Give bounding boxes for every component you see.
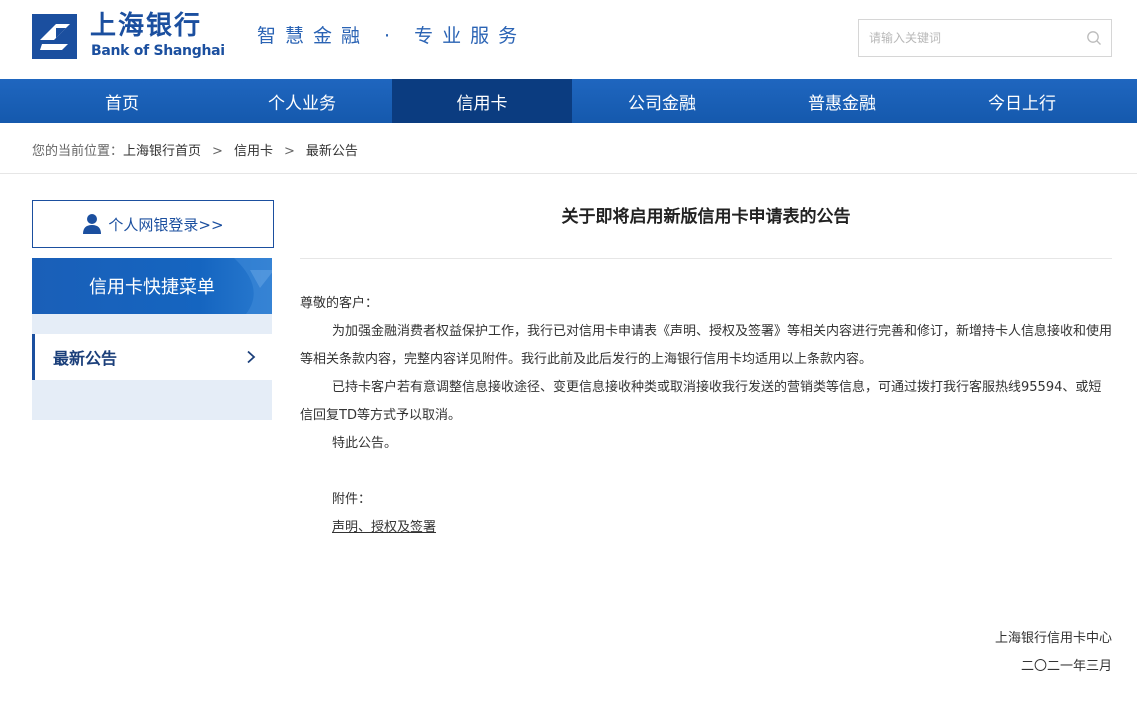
breadcrumb: 您的当前位置： 上海银行首页 > 信用卡 > 最新公告 bbox=[32, 144, 358, 160]
article-title: 关于即将启用新版信用卡申请表的公告 bbox=[561, 207, 851, 227]
article-body: 尊敬的客户： 为加强金融消费者权益保护工作，我行已对信用卡申请表《声明、授权及签… bbox=[300, 290, 1112, 458]
slogan: 智慧金融 · 专业服务 bbox=[257, 25, 527, 47]
nav-item-personal[interactable]: 个人业务 bbox=[212, 79, 392, 123]
logo-chinese-name[interactable]: 上海银行 bbox=[90, 12, 202, 40]
article-paragraph: 已持卡客户若有意调整信息接收途径、变更信息接收种类或取消接收我行发送的营销类等信… bbox=[300, 380, 1102, 423]
signature-organization: 上海银行信用卡中心 bbox=[994, 631, 1112, 646]
breadcrumb-link-home[interactable]: 上海银行首页 bbox=[123, 144, 201, 160]
chevron-right-icon bbox=[247, 350, 256, 364]
breadcrumb-current[interactable]: 最新公告 bbox=[306, 144, 358, 160]
nav-item-home[interactable]: 首页 bbox=[32, 79, 212, 123]
signature-date: 二〇二一年三月 bbox=[1020, 659, 1112, 674]
sidebar-item-label: 最新公告 bbox=[53, 349, 118, 368]
personal-online-banking-login-button[interactable]: 个人网银登录>> bbox=[32, 200, 274, 248]
decorative-swoosh-icon bbox=[234, 258, 272, 314]
salutation: 尊敬的客户： bbox=[300, 296, 379, 311]
quick-menu-header: 信用卡快捷菜单 bbox=[32, 258, 272, 314]
site-header: 上海银行 Bank of Shanghai 智慧金融 · 专业服务 bbox=[0, 0, 1137, 79]
user-icon bbox=[83, 214, 102, 234]
attachment-label: 附件： bbox=[332, 492, 372, 507]
title-divider bbox=[300, 258, 1112, 259]
nav-item-credit-card[interactable]: 信用卡 bbox=[392, 79, 572, 123]
breadcrumb-bar: 您的当前位置： 上海银行首页 > 信用卡 > 最新公告 bbox=[0, 123, 1137, 174]
quick-menu-title: 信用卡快捷菜单 bbox=[89, 277, 215, 298]
login-button-label: 个人网银登录>> bbox=[108, 215, 224, 234]
attachment-link[interactable]: 声明、授权及签署 bbox=[332, 514, 436, 542]
search-icon[interactable] bbox=[1086, 30, 1102, 46]
sidebar-item-latest-announcements[interactable]: 最新公告 bbox=[32, 334, 272, 380]
breadcrumb-prefix: 您的当前位置： bbox=[32, 144, 124, 159]
search-input[interactable] bbox=[859, 20, 1079, 56]
logo-english-name[interactable]: Bank of Shanghai bbox=[91, 43, 225, 59]
bank-logo-icon[interactable] bbox=[32, 14, 77, 59]
article-paragraph: 为加强金融消费者权益保护工作，我行已对信用卡申请表《声明、授权及签署》等相关内容… bbox=[300, 324, 1113, 367]
nav-item-news[interactable]: 今日上行 bbox=[932, 79, 1112, 123]
main-nav: 首页 个人业务 信用卡 公司金融 普惠金融 今日上行 bbox=[0, 79, 1137, 123]
search-box bbox=[858, 19, 1112, 57]
article-paragraph: 特此公告。 bbox=[332, 436, 398, 451]
nav-item-corporate[interactable]: 公司金融 bbox=[572, 79, 752, 123]
breadcrumb-separator: > bbox=[283, 144, 295, 159]
breadcrumb-link-credit-card[interactable]: 信用卡 bbox=[234, 144, 273, 160]
nav-item-inclusive[interactable]: 普惠金融 bbox=[752, 79, 932, 123]
breadcrumb-separator: > bbox=[212, 144, 223, 159]
